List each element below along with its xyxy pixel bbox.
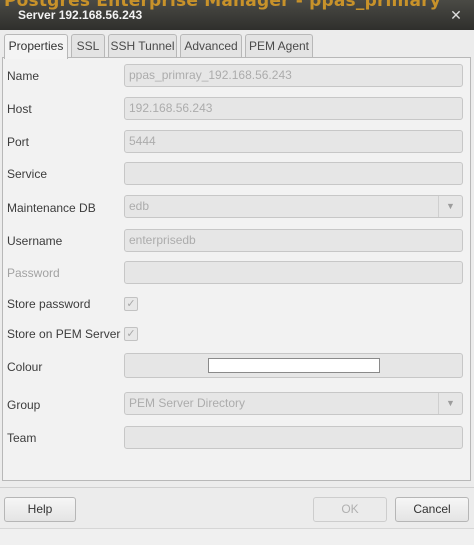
title-bar: Postgres Enterprise Manager - ppas_prima…: [0, 0, 474, 30]
tab-advanced[interactable]: Advanced: [180, 34, 242, 58]
chevron-down-icon[interactable]: ▼: [438, 196, 462, 217]
status-strip: [0, 528, 474, 545]
colour-label: Colour: [7, 360, 43, 374]
colour-swatch: [208, 358, 380, 373]
host-label: Host: [7, 102, 32, 116]
store-password-label: Store password: [7, 297, 91, 311]
store-on-pem-label: Store on PEM Server: [7, 327, 121, 341]
cancel-button[interactable]: Cancel: [395, 497, 469, 522]
password-label: Password: [7, 266, 60, 280]
ok-button[interactable]: OK: [313, 497, 387, 522]
chevron-down-icon[interactable]: ▼: [438, 393, 462, 414]
close-icon[interactable]: ✕: [448, 7, 464, 23]
team-field[interactable]: [124, 426, 463, 449]
maintenance-db-label: Maintenance DB: [7, 201, 96, 215]
port-field[interactable]: 5444: [124, 130, 463, 153]
name-label: Name: [7, 69, 40, 83]
maintenance-db-value: edb: [129, 199, 150, 213]
store-password-checkbox[interactable]: ✓: [124, 297, 138, 311]
name-field[interactable]: ppas_primray_192.168.56.243: [124, 64, 463, 87]
password-field[interactable]: [124, 261, 463, 284]
host-field[interactable]: 192.168.56.243: [124, 97, 463, 120]
maintenance-db-select[interactable]: edb ▼: [124, 195, 463, 218]
group-select[interactable]: PEM Server Directory ▼: [124, 392, 463, 415]
help-button[interactable]: Help: [4, 497, 76, 522]
store-on-pem-checkbox[interactable]: ✓: [124, 327, 138, 341]
divider: [0, 487, 474, 488]
team-label: Team: [7, 431, 37, 445]
group-value: PEM Server Directory: [129, 396, 246, 410]
tab-ssl[interactable]: SSL: [71, 34, 105, 58]
tab-ssh-tunnel[interactable]: SSH Tunnel: [108, 34, 177, 58]
service-field[interactable]: [124, 162, 463, 185]
tab-pem-agent[interactable]: PEM Agent: [245, 34, 313, 58]
window-title: Server 192.168.56.243: [18, 8, 143, 22]
username-label: Username: [7, 234, 63, 248]
group-label: Group: [7, 398, 41, 412]
username-field[interactable]: enterprisedb: [124, 229, 463, 252]
tab-properties[interactable]: Properties: [4, 34, 68, 59]
port-label: Port: [7, 135, 30, 149]
colour-picker-button[interactable]: [124, 353, 463, 378]
service-label: Service: [7, 167, 48, 181]
